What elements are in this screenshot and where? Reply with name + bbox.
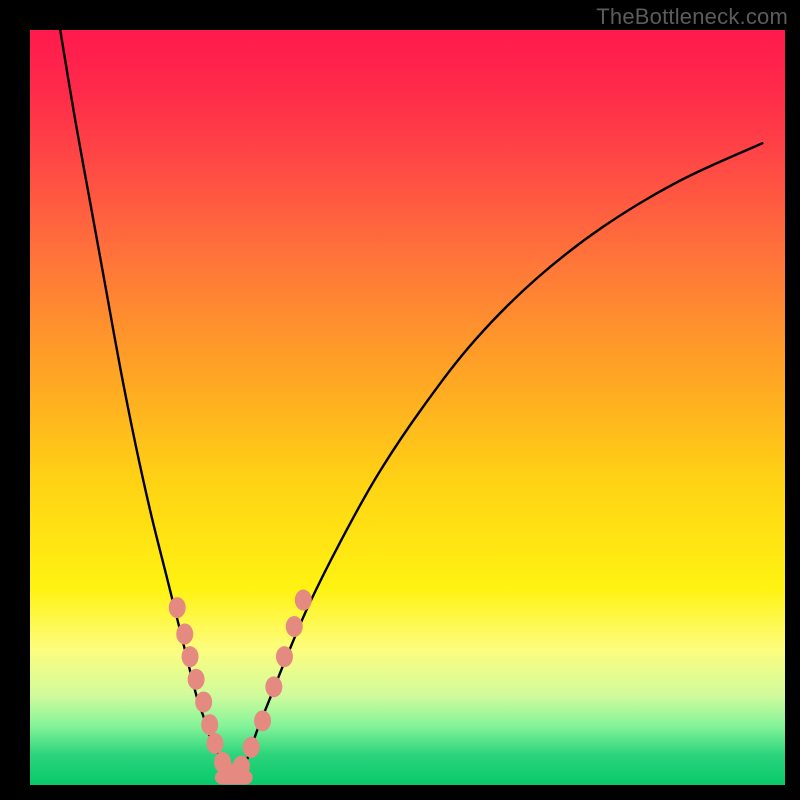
plot-area <box>30 30 785 785</box>
data-point <box>276 646 293 667</box>
chart-svg <box>30 30 785 785</box>
curve-left-curve <box>60 30 234 777</box>
data-point <box>195 691 212 712</box>
data-point <box>233 756 250 777</box>
data-point <box>295 590 312 611</box>
chart-frame: TheBottleneck.com <box>0 0 800 800</box>
data-point <box>176 624 193 645</box>
data-point <box>206 733 223 754</box>
data-point <box>182 646 199 667</box>
data-point <box>243 737 260 758</box>
data-point <box>265 676 282 697</box>
data-point <box>169 597 186 618</box>
curve-layer <box>60 30 762 777</box>
marker-layer <box>169 590 312 785</box>
curve-right-curve <box>234 143 763 777</box>
data-point <box>188 669 205 690</box>
data-point <box>201 714 218 735</box>
watermark-text: TheBottleneck.com <box>596 4 788 30</box>
data-point <box>254 710 271 731</box>
data-point <box>286 616 303 637</box>
